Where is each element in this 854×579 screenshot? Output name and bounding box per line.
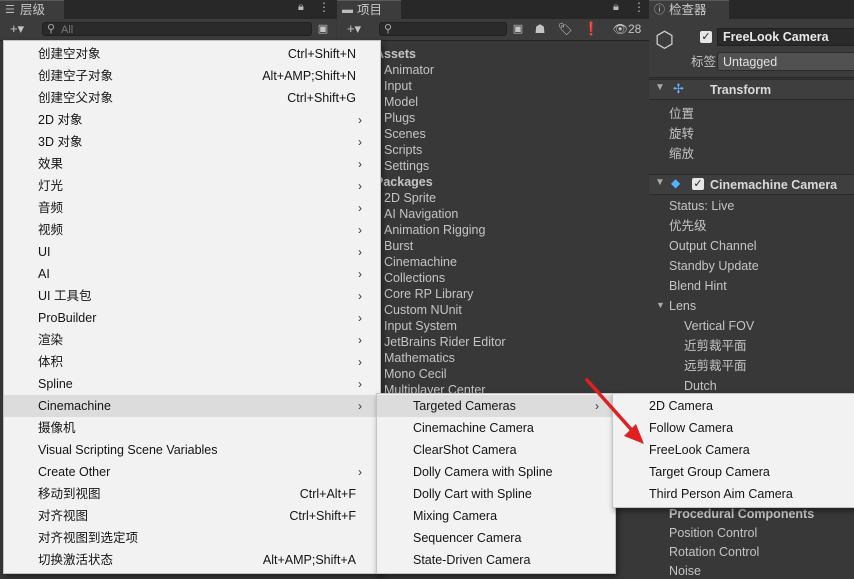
annotation-arrow	[585, 378, 644, 444]
